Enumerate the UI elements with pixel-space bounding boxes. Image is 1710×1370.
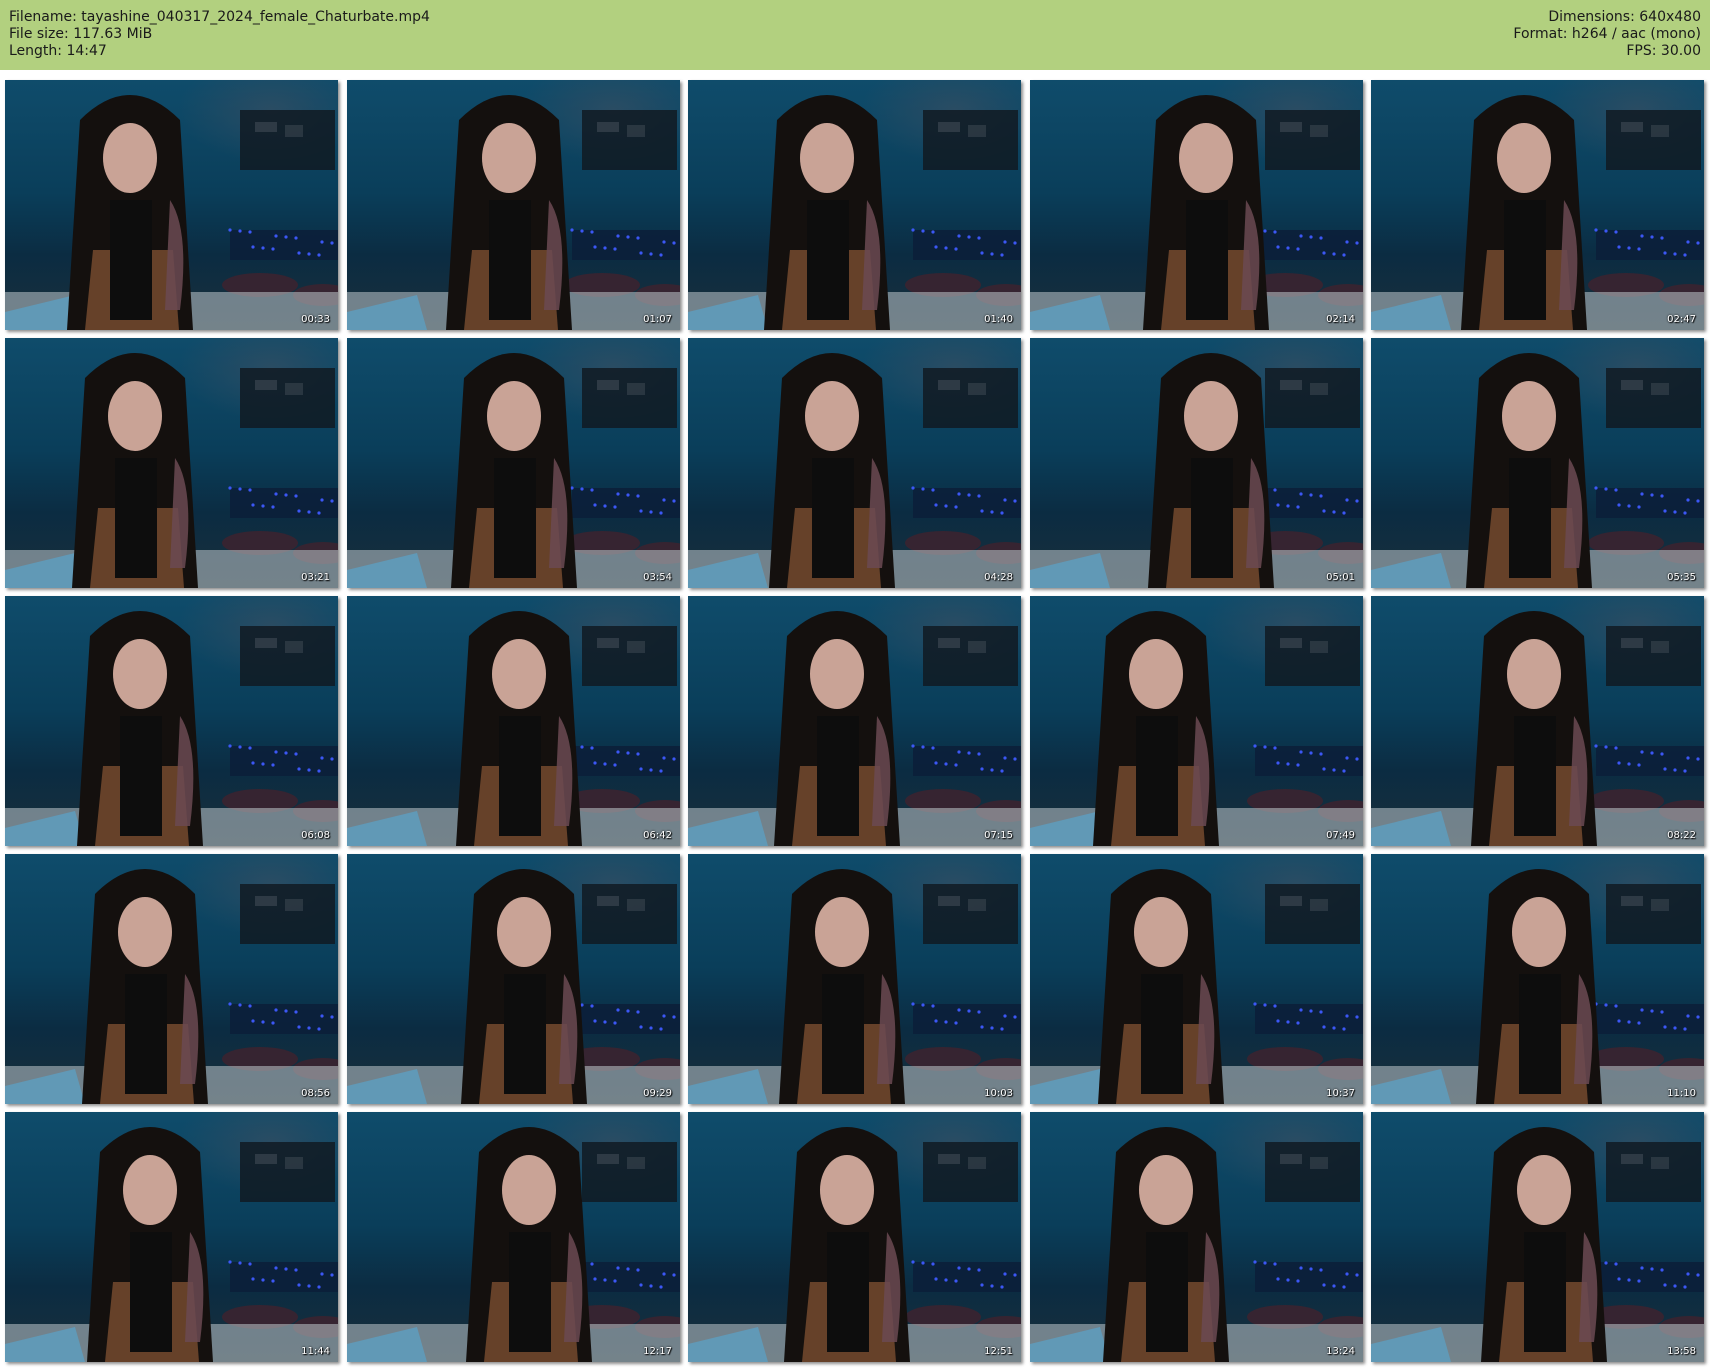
frame-image (347, 869, 680, 1104)
thumbnail-timestamp: 10:37 (1326, 1088, 1355, 1099)
frame-image (347, 1127, 680, 1362)
frame-image (347, 95, 680, 330)
thumbnail-timestamp: 00:33 (301, 314, 330, 325)
video-thumbnail[interactable]: 08:56 (5, 854, 338, 1104)
frame-image (688, 1127, 1021, 1362)
frame-image (688, 95, 1021, 330)
video-thumbnail[interactable]: 07:49 (1030, 596, 1363, 846)
frame-image (1030, 869, 1363, 1104)
video-thumbnail[interactable]: 01:40 (688, 80, 1021, 330)
video-thumbnail[interactable]: 10:37 (1030, 854, 1363, 1104)
frame-image (1030, 1127, 1363, 1362)
thumbnail-timestamp: 12:17 (643, 1346, 672, 1357)
thumbnail-timestamp: 05:01 (1326, 572, 1355, 583)
file-size-text: File size: 117.63 MiB (9, 26, 153, 42)
video-thumbnail[interactable]: 00:33 (5, 80, 338, 330)
frame-image (1030, 95, 1363, 330)
video-thumbnail[interactable]: 09:29 (347, 854, 680, 1104)
video-thumbnail[interactable]: 03:21 (5, 338, 338, 588)
frame-image (5, 869, 338, 1104)
frame-image (5, 353, 338, 588)
video-meta: Dimensions: 640x480 Format: h264 / aac (… (1513, 9, 1701, 60)
thumbnail-timestamp: 04:28 (984, 572, 1013, 583)
dimensions-text: Dimensions: 640x480 (1548, 9, 1701, 25)
frame-image (688, 353, 1021, 588)
frame-image (347, 611, 680, 846)
frame-image (5, 1127, 338, 1362)
video-thumbnail[interactable]: 05:35 (1371, 338, 1704, 588)
format-text: Format: h264 / aac (mono) (1513, 26, 1701, 42)
thumbnail-timestamp: 01:40 (984, 314, 1013, 325)
thumbnail-timestamp: 06:08 (301, 830, 330, 841)
frame-image (347, 353, 680, 588)
thumbnail-grid: 00:33 01:07 01:40 02:14 02:47 03:21 03:54 04:28… (5, 80, 1706, 1365)
thumbnail-timestamp: 11:10 (1667, 1088, 1696, 1099)
thumbnail-timestamp: 10:03 (984, 1088, 1013, 1099)
thumbnail-timestamp: 07:49 (1326, 830, 1355, 841)
info-header: Filename: tayashine_040317_2024_female_C… (0, 0, 1710, 70)
video-thumbnail[interactable]: 10:03 (688, 854, 1021, 1104)
video-thumbnail[interactable]: 01:07 (347, 80, 680, 330)
frame-image (688, 611, 1021, 846)
video-thumbnail[interactable]: 12:51 (688, 1112, 1021, 1362)
thumbnail-timestamp: 06:42 (643, 830, 672, 841)
thumbnail-timestamp: 02:14 (1326, 314, 1355, 325)
length-text: Length: 14:47 (9, 43, 107, 59)
frame-image (1030, 353, 1363, 588)
thumbnail-timestamp: 13:58 (1667, 1346, 1696, 1357)
video-thumbnail[interactable]: 03:54 (347, 338, 680, 588)
frame-image (688, 869, 1021, 1104)
thumbnail-timestamp: 03:21 (301, 572, 330, 583)
thumbnail-timestamp: 08:22 (1667, 830, 1696, 841)
video-thumbnail[interactable]: 11:44 (5, 1112, 338, 1362)
frame-image (1371, 1127, 1704, 1362)
video-thumbnail[interactable]: 11:10 (1371, 854, 1704, 1104)
thumbnail-timestamp: 12:51 (984, 1346, 1013, 1357)
video-thumbnail[interactable]: 12:17 (347, 1112, 680, 1362)
thumbnail-timestamp: 03:54 (643, 572, 672, 583)
frame-image (5, 611, 338, 846)
video-thumbnail[interactable]: 04:28 (688, 338, 1021, 588)
frame-image (1030, 611, 1363, 846)
video-thumbnail[interactable]: 13:58 (1371, 1112, 1704, 1362)
video-thumbnail[interactable]: 08:22 (1371, 596, 1704, 846)
thumbnail-timestamp: 07:15 (984, 830, 1013, 841)
filename-text: Filename: tayashine_040317_2024_female_C… (9, 9, 430, 25)
thumbnail-timestamp: 11:44 (301, 1346, 330, 1357)
frame-image (1371, 611, 1704, 846)
thumbnail-timestamp: 09:29 (643, 1088, 672, 1099)
video-thumbnail[interactable]: 06:42 (347, 596, 680, 846)
frame-image (1371, 353, 1704, 588)
thumbnail-timestamp: 13:24 (1326, 1346, 1355, 1357)
video-thumbnail[interactable]: 05:01 (1030, 338, 1363, 588)
frame-image (5, 95, 338, 330)
thumbnail-timestamp: 01:07 (643, 314, 672, 325)
fps-text: FPS: 30.00 (1626, 43, 1701, 59)
frame-image (1371, 869, 1704, 1104)
frame-image (1371, 95, 1704, 330)
video-thumbnail[interactable]: 02:14 (1030, 80, 1363, 330)
video-thumbnail[interactable]: 13:24 (1030, 1112, 1363, 1362)
video-thumbnail[interactable]: 02:47 (1371, 80, 1704, 330)
video-thumbnail[interactable]: 06:08 (5, 596, 338, 846)
thumbnail-timestamp: 05:35 (1667, 572, 1696, 583)
thumbnail-timestamp: 02:47 (1667, 314, 1696, 325)
file-meta: Filename: tayashine_040317_2024_female_C… (9, 9, 430, 60)
thumbnail-timestamp: 08:56 (301, 1088, 330, 1099)
video-thumbnail[interactable]: 07:15 (688, 596, 1021, 846)
